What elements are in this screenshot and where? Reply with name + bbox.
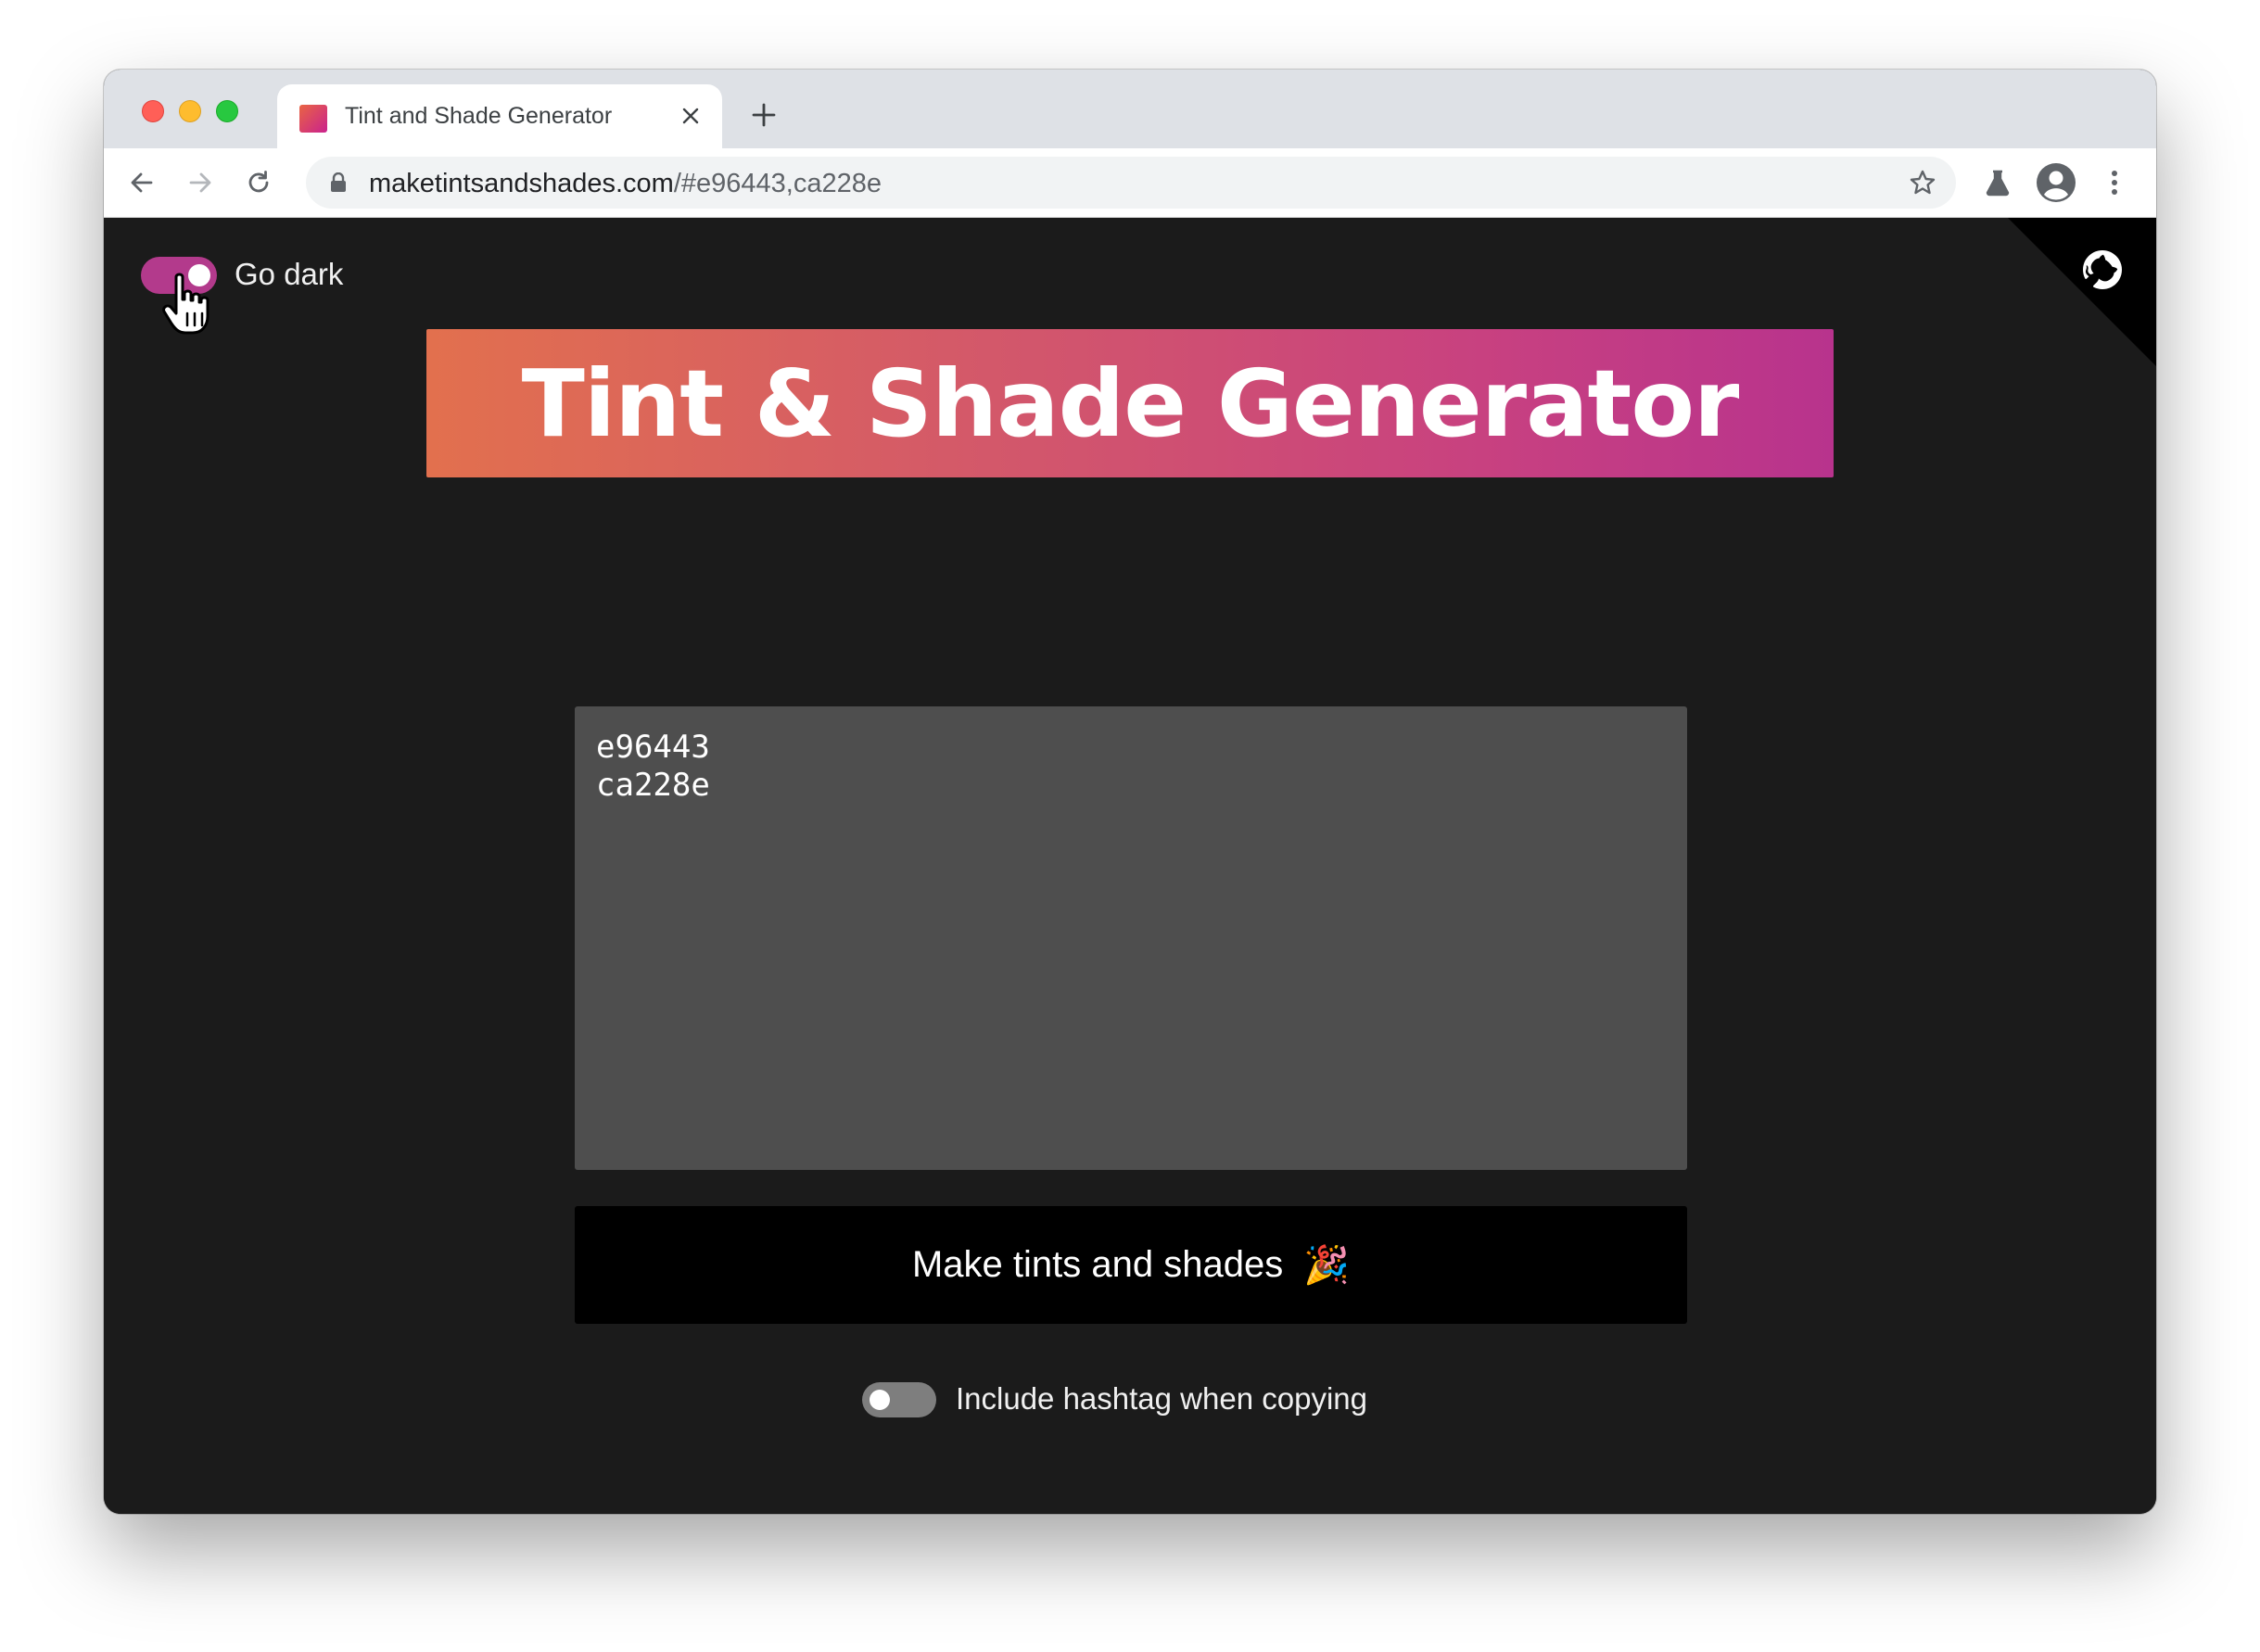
labs-flask-icon[interactable] (1974, 159, 2021, 206)
page-title: Tint & Shade Generator (521, 349, 1740, 458)
tab-close-icon[interactable] (672, 97, 709, 134)
window-minimize-button[interactable] (179, 100, 201, 122)
hand-pointer-cursor-icon (162, 273, 209, 335)
browser-toolbar: maketintsandshades.com/#e96443,ca228e (104, 148, 2156, 218)
active-tab[interactable]: Tint and Shade Generator (277, 84, 722, 148)
url-path: /#e96443,ca228e (673, 169, 882, 198)
tab-strip: Tint and Shade Generator (104, 70, 2156, 148)
include-hashtag-toggle[interactable] (862, 1382, 936, 1417)
tab-title: Tint and Shade Generator (345, 103, 613, 129)
toggle-knob (870, 1390, 890, 1410)
github-corner-link[interactable] (2008, 218, 2156, 366)
back-arrow-icon[interactable] (119, 159, 165, 206)
hex-colors-input[interactable]: e96443 ca228e (575, 706, 1687, 1170)
url-text: maketintsandshades.com/#e96443,ca228e (369, 169, 882, 199)
reload-icon[interactable] (235, 159, 282, 206)
make-tints-and-shades-button[interactable]: Make tints and shades 🎉 (575, 1206, 1687, 1324)
page-content: Go dark Tint & Shade Generator Enter hex… (104, 218, 2156, 1514)
address-bar[interactable]: maketintsandshades.com/#e96443,ca228e (306, 157, 1956, 209)
make-button-label: Make tints and shades (911, 1244, 1284, 1285)
window-maximize-button[interactable] (216, 100, 238, 122)
menu-kebab-icon[interactable] (2091, 159, 2138, 206)
new-tab-plus-icon[interactable] (743, 95, 784, 135)
include-hashtag-label: Include hashtag when copying (956, 1381, 1367, 1416)
url-host: maketintsandshades.com (369, 169, 674, 198)
lock-icon[interactable] (326, 171, 350, 195)
browser-window: Tint and Shade Generator maketintsandsha… (104, 70, 2156, 1514)
party-popper-icon: 🎉 (1303, 1245, 1351, 1286)
dark-mode-label: Go dark (235, 257, 344, 291)
bookmark-star-icon[interactable] (1906, 166, 1939, 199)
window-close-button[interactable] (142, 100, 164, 122)
profile-avatar-icon[interactable] (2033, 159, 2079, 206)
title-banner: Tint & Shade Generator (426, 329, 1834, 477)
tint-shade-favicon-icon (299, 105, 327, 133)
forward-arrow-icon[interactable] (177, 159, 223, 206)
